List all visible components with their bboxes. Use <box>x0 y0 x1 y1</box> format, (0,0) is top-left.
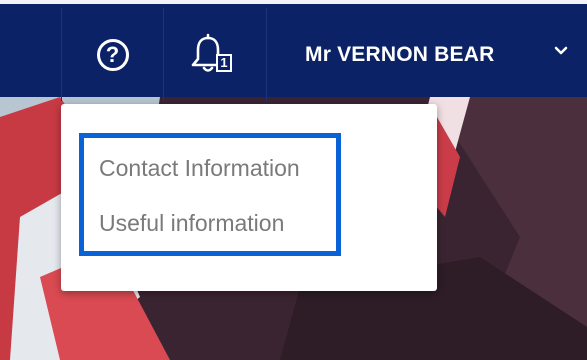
menu-item-useful-information[interactable]: Useful information <box>99 210 284 237</box>
notifications-button[interactable]: 1 <box>164 8 266 101</box>
bell-icon: 1 <box>188 33 242 77</box>
help-circle-icon: ? <box>96 38 129 71</box>
help-button[interactable]: ? <box>62 8 163 101</box>
notification-count-badge: 1 <box>216 53 232 72</box>
chevron-down-icon <box>554 46 568 55</box>
help-glyph: ? <box>105 41 120 67</box>
help-dropdown-menu: Contact Information Useful information <box>61 104 437 291</box>
selection-highlight <box>79 133 341 256</box>
top-navbar: ? 1 Mr VERNON BEAR <box>0 0 587 101</box>
user-menu-button[interactable]: Mr VERNON BEAR <box>267 8 587 101</box>
menu-item-contact-information[interactable]: Contact Information <box>99 155 300 182</box>
user-name: Mr VERNON BEAR <box>305 42 495 66</box>
